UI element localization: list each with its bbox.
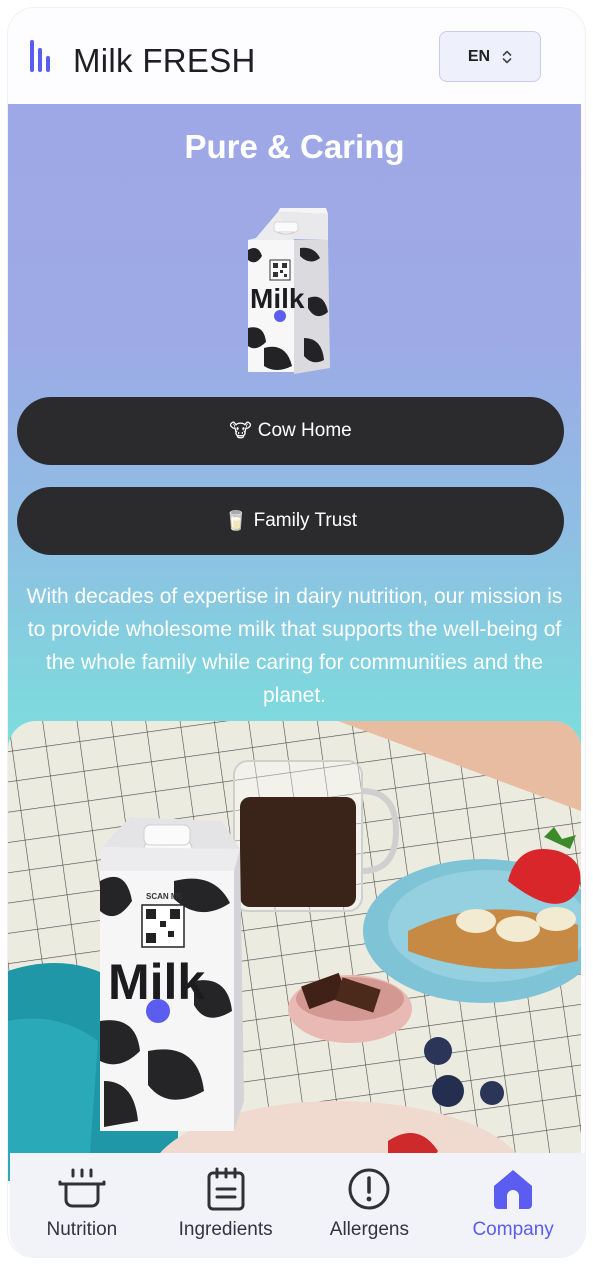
breakfast-scene-image: SCAN ME Milk (8, 721, 581, 1181)
nav-label-allergens: Allergens (329, 1219, 409, 1240)
bars-logo-icon (30, 40, 50, 72)
nav-label-company: Company (472, 1219, 554, 1240)
family-trust-button[interactable]: 🥛 Family Trust (17, 487, 564, 555)
pot-icon (58, 1168, 106, 1208)
language-value: EN (467, 47, 491, 65)
family-trust-label: Family Trust (253, 510, 358, 531)
nav-label-ingredients: Ingredients (178, 1219, 273, 1240)
qr-caption: SCAN ME (146, 892, 184, 901)
app-header: Milk FRESH EN (8, 8, 585, 104)
nav-item-ingredients[interactable]: Ingredients (156, 1153, 296, 1241)
cow-home-label: Cow Home (257, 420, 352, 441)
alert-circle-icon (348, 1168, 390, 1210)
nav-item-nutrition[interactable]: Nutrition (12, 1153, 152, 1241)
notepad-icon (207, 1167, 245, 1211)
cow-emoji-icon: 🐮 (229, 420, 252, 442)
nav-item-allergens[interactable]: Allergens (299, 1153, 439, 1241)
milk-carton-image: Milk (248, 208, 330, 374)
svg-text:Milk: Milk (250, 283, 305, 314)
chevron-updown-icon (502, 50, 512, 63)
hero-section: Pure & Caring Milk 🐮 Cow Home 🥛 Family T… (8, 104, 581, 824)
breakfast-photo: SCAN ME Milk (8, 721, 581, 1181)
nav-label-nutrition: Nutrition (46, 1219, 118, 1240)
brand-name: Milk FRESH (73, 42, 256, 79)
milk-glass-emoji-icon: 🥛 (223, 511, 248, 532)
app-frame: Milk FRESH EN Pure & Caring Milk 🐮 Cow H… (8, 8, 585, 1257)
language-selector[interactable]: EN (439, 31, 541, 82)
cow-home-button[interactable]: 🐮 Cow Home (17, 397, 564, 465)
bottom-nav: Nutrition Ingredients Allergens Company (10, 1153, 585, 1257)
mission-text: With decades of expertise in dairy nutri… (26, 585, 563, 707)
home-icon (494, 1170, 533, 1209)
nav-item-company[interactable]: Company (443, 1153, 583, 1241)
hero-title: Pure & Caring (184, 128, 405, 165)
